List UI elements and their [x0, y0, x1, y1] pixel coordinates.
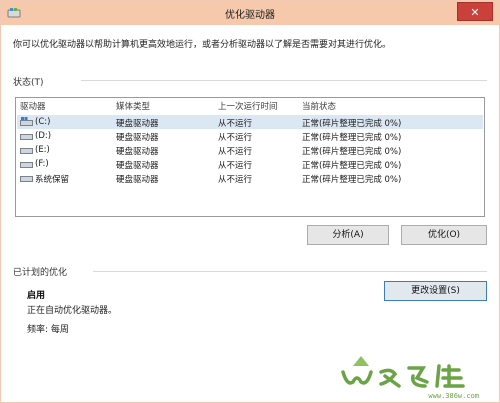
- close-button[interactable]: ✕: [457, 2, 493, 21]
- column-header-current-status[interactable]: 当前状态: [302, 100, 336, 112]
- current-status: 正常(碎片整理已完成 0%): [302, 161, 402, 171]
- schedule-frequency: 频率: 每周: [27, 325, 69, 335]
- drive-row-d[interactable]: (D:) 硬盘驱动器 从不运行 正常(碎片整理已完成 0%): [17, 129, 483, 143]
- column-header-last-run[interactable]: 上一次运行时间: [218, 100, 278, 112]
- optimize-drives-window: 优化驱动器 ✕ 你可以优化驱动器以帮助计算机更高效地运行，或者分析驱动器以了解是…: [0, 0, 500, 403]
- status-section-label: 状态(T): [13, 78, 44, 88]
- drive-name: (C:): [35, 117, 51, 127]
- media-type: 硬盘驱动器: [116, 133, 159, 143]
- optimize-button[interactable]: 优化(O): [401, 225, 487, 245]
- drive-row-f[interactable]: (F:) 硬盘驱动器 从不运行 正常(碎片整理已完成 0%): [17, 157, 483, 171]
- analyze-button[interactable]: 分析(A): [307, 225, 389, 245]
- drive-icon: [20, 148, 33, 154]
- current-status: 正常(碎片整理已完成 0%): [302, 119, 402, 129]
- title-bar[interactable]: 优化驱动器 ✕: [1, 1, 499, 25]
- window-title: 优化驱动器: [225, 10, 275, 21]
- current-status: 正常(碎片整理已完成 0%): [302, 175, 402, 185]
- change-settings-button[interactable]: 更改设置(S): [384, 281, 487, 301]
- last-run-time: 从不运行: [218, 119, 253, 129]
- intro-text: 你可以优化驱动器以帮助计算机更高效地运行，或者分析驱动器以了解是否需要对其进行优…: [13, 40, 392, 50]
- status-divider: [81, 80, 487, 81]
- last-run-time: 从不运行: [218, 161, 253, 171]
- drive-row-c[interactable]: (C:) 硬盘驱动器 从不运行 正常(碎片整理已完成 0%): [17, 115, 483, 129]
- column-header-drive[interactable]: 驱动器: [20, 100, 46, 112]
- media-type: 硬盘驱动器: [116, 161, 159, 171]
- watermark-domain: www.386w.com: [428, 392, 479, 400]
- drive-name: (D:): [35, 131, 52, 141]
- media-type: 硬盘驱动器: [116, 175, 159, 185]
- schedule-state: 启用: [27, 291, 46, 301]
- last-run-time: 从不运行: [218, 175, 253, 185]
- column-header-media-type[interactable]: 媒体类型: [116, 100, 150, 112]
- last-run-time: 从不运行: [218, 147, 253, 157]
- site-watermark-logo: [341, 356, 465, 388]
- media-type: 硬盘驱动器: [116, 119, 159, 129]
- current-status: 正常(碎片整理已完成 0%): [302, 133, 402, 143]
- drive-row-e[interactable]: (E:) 硬盘驱动器 从不运行 正常(碎片整理已完成 0%): [17, 143, 483, 157]
- drive-icon: [20, 162, 33, 168]
- drive-row-system-reserved[interactable]: 系统保留 硬盘驱动器 从不运行 正常(碎片整理已完成 0%): [17, 171, 483, 185]
- drive-name: (E:): [35, 145, 50, 155]
- scheduled-section-label: 已计划的优化: [13, 268, 68, 278]
- last-run-time: 从不运行: [218, 133, 253, 143]
- drive-name: (F:): [35, 159, 49, 169]
- schedule-description: 正在自动优化驱动器。: [27, 306, 118, 316]
- drive-icon: [20, 176, 33, 182]
- close-icon: ✕: [470, 6, 480, 19]
- scheduled-divider: [93, 271, 487, 272]
- drive-name: 系统保留: [35, 175, 70, 185]
- drive-list[interactable]: 驱动器 媒体类型 上一次运行时间 当前状态 (C:) 硬盘驱动器 从不运行 正常…: [15, 97, 485, 217]
- media-type: 硬盘驱动器: [116, 147, 159, 157]
- drive-icon: [20, 134, 33, 140]
- windows-drive-icon: [20, 117, 33, 126]
- current-status: 正常(碎片整理已完成 0%): [302, 147, 402, 157]
